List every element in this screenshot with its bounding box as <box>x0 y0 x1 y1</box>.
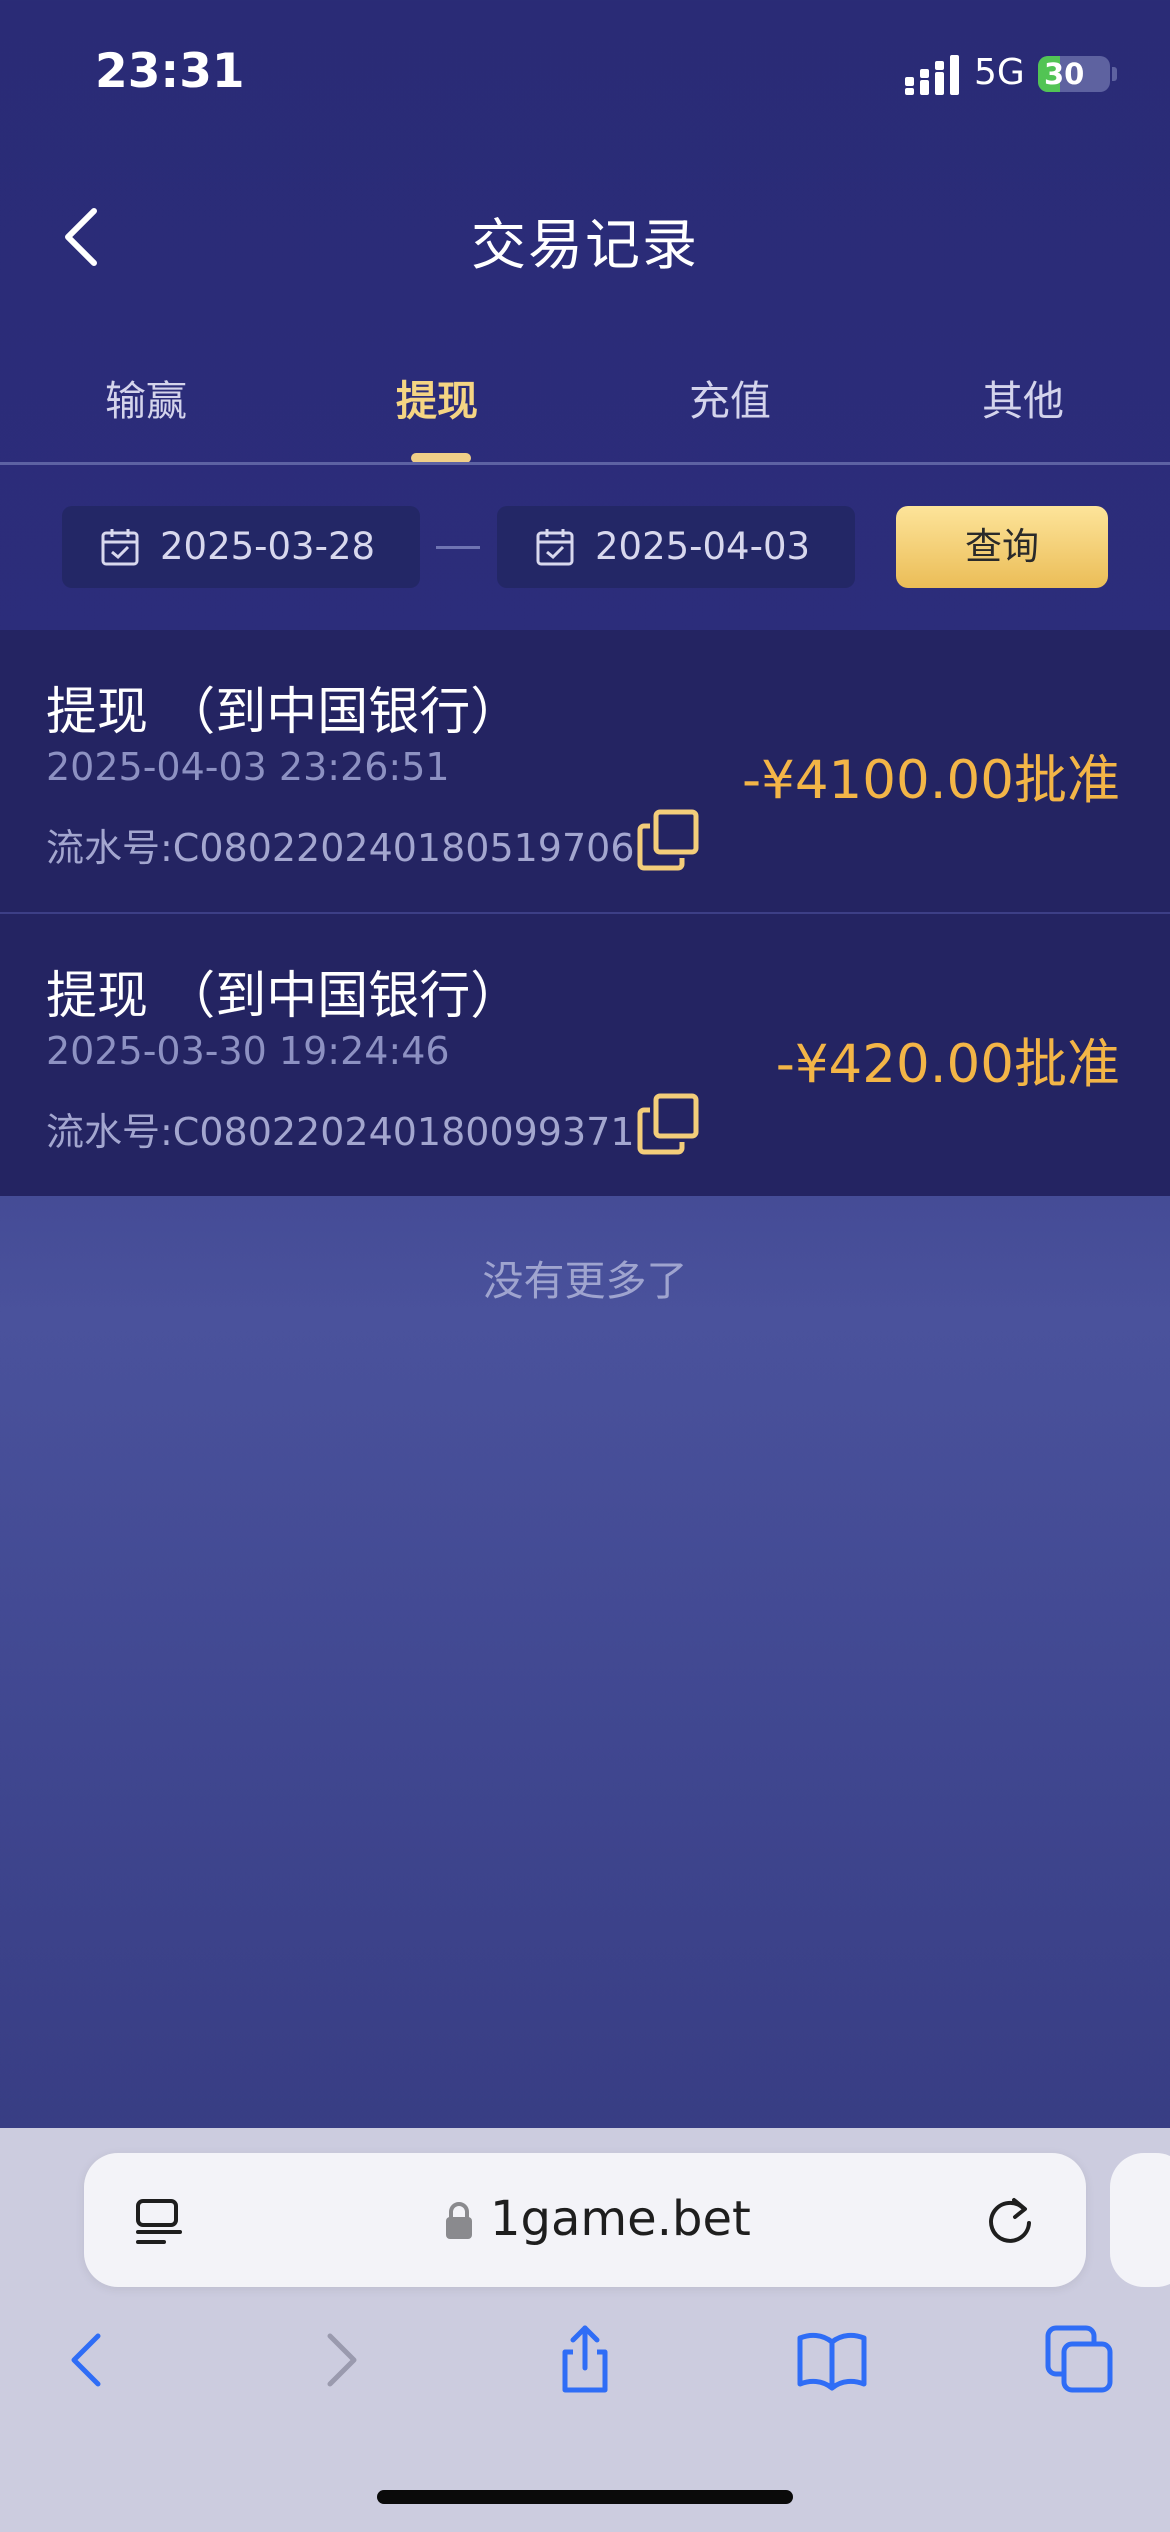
url-text: 1game.bet <box>490 2191 751 2247</box>
query-button[interactable]: 查询 <box>896 506 1108 588</box>
battery-tip <box>1112 67 1117 81</box>
tab-bar: 输赢 提现 充值 其他 <box>0 355 1170 465</box>
tab-deposit[interactable]: 充值 <box>610 367 850 427</box>
reload-icon[interactable] <box>984 2195 1036 2247</box>
page-title: 交易记录 <box>470 213 699 277</box>
calendar-icon <box>536 529 574 566</box>
record-title: 提现 （到中国银行） <box>46 683 522 742</box>
tab-win-loss[interactable]: 输赢 <box>26 367 266 427</box>
status-bar: 23:31 5G 30 <box>0 0 1170 140</box>
no-more-text: 没有更多了 <box>482 1257 688 1305</box>
record-time: 2025-04-03 23:26:51 <box>46 745 450 789</box>
page-menu-icon[interactable] <box>134 2197 184 2247</box>
battery-level: 30 <box>1044 57 1085 91</box>
browser-toolbar: 1game.bet <box>0 2128 1170 2532</box>
start-date-picker[interactable]: 2025-03-28 <box>62 506 420 588</box>
lock-icon <box>446 2202 472 2239</box>
status-time: 23:31 <box>95 44 245 99</box>
copy-icon[interactable] <box>636 808 702 874</box>
end-date-value: 2025-04-03 <box>595 525 811 568</box>
record-serial: 流水号:C080220240180099371 <box>46 1110 635 1154</box>
tabs-overview-icon[interactable] <box>1044 2324 1116 2396</box>
tab-other[interactable]: 其他 <box>903 367 1143 427</box>
address-bar[interactable]: 1game.bet <box>84 2153 1086 2287</box>
list-item: 提现 （到中国银行） 2025-04-03 23:26:51 流水号:C0802… <box>0 630 1170 912</box>
record-title: 提现 （到中国银行） <box>46 967 522 1026</box>
list-item: 提现 （到中国银行） 2025-03-30 19:24:46 流水号:C0802… <box>0 914 1170 1196</box>
record-serial: 流水号:C080220240180519706 <box>46 826 635 870</box>
back-nav-icon[interactable] <box>52 2324 124 2396</box>
start-date-value: 2025-03-28 <box>160 525 376 568</box>
tabs-divider <box>0 462 1170 465</box>
network-label: 5G <box>974 52 1025 93</box>
bookmarks-icon[interactable] <box>796 2324 868 2396</box>
next-tab-preview[interactable] <box>1110 2153 1170 2287</box>
share-icon[interactable] <box>549 2324 621 2396</box>
record-amount: -¥420.00批准 <box>775 1034 1120 1095</box>
home-indicator <box>377 2490 793 2504</box>
signal-icon <box>905 55 959 95</box>
forward-nav-icon[interactable] <box>304 2324 376 2396</box>
battery-icon: 30 <box>1038 56 1110 92</box>
record-amount: -¥4100.00批准 <box>741 750 1120 811</box>
date-range-separator <box>436 546 480 549</box>
copy-icon[interactable] <box>636 1092 702 1158</box>
record-time: 2025-03-30 19:24:46 <box>46 1029 450 1073</box>
tab-withdraw[interactable]: 提现 <box>317 367 557 427</box>
end-date-picker[interactable]: 2025-04-03 <box>497 506 855 588</box>
calendar-icon <box>101 529 139 566</box>
